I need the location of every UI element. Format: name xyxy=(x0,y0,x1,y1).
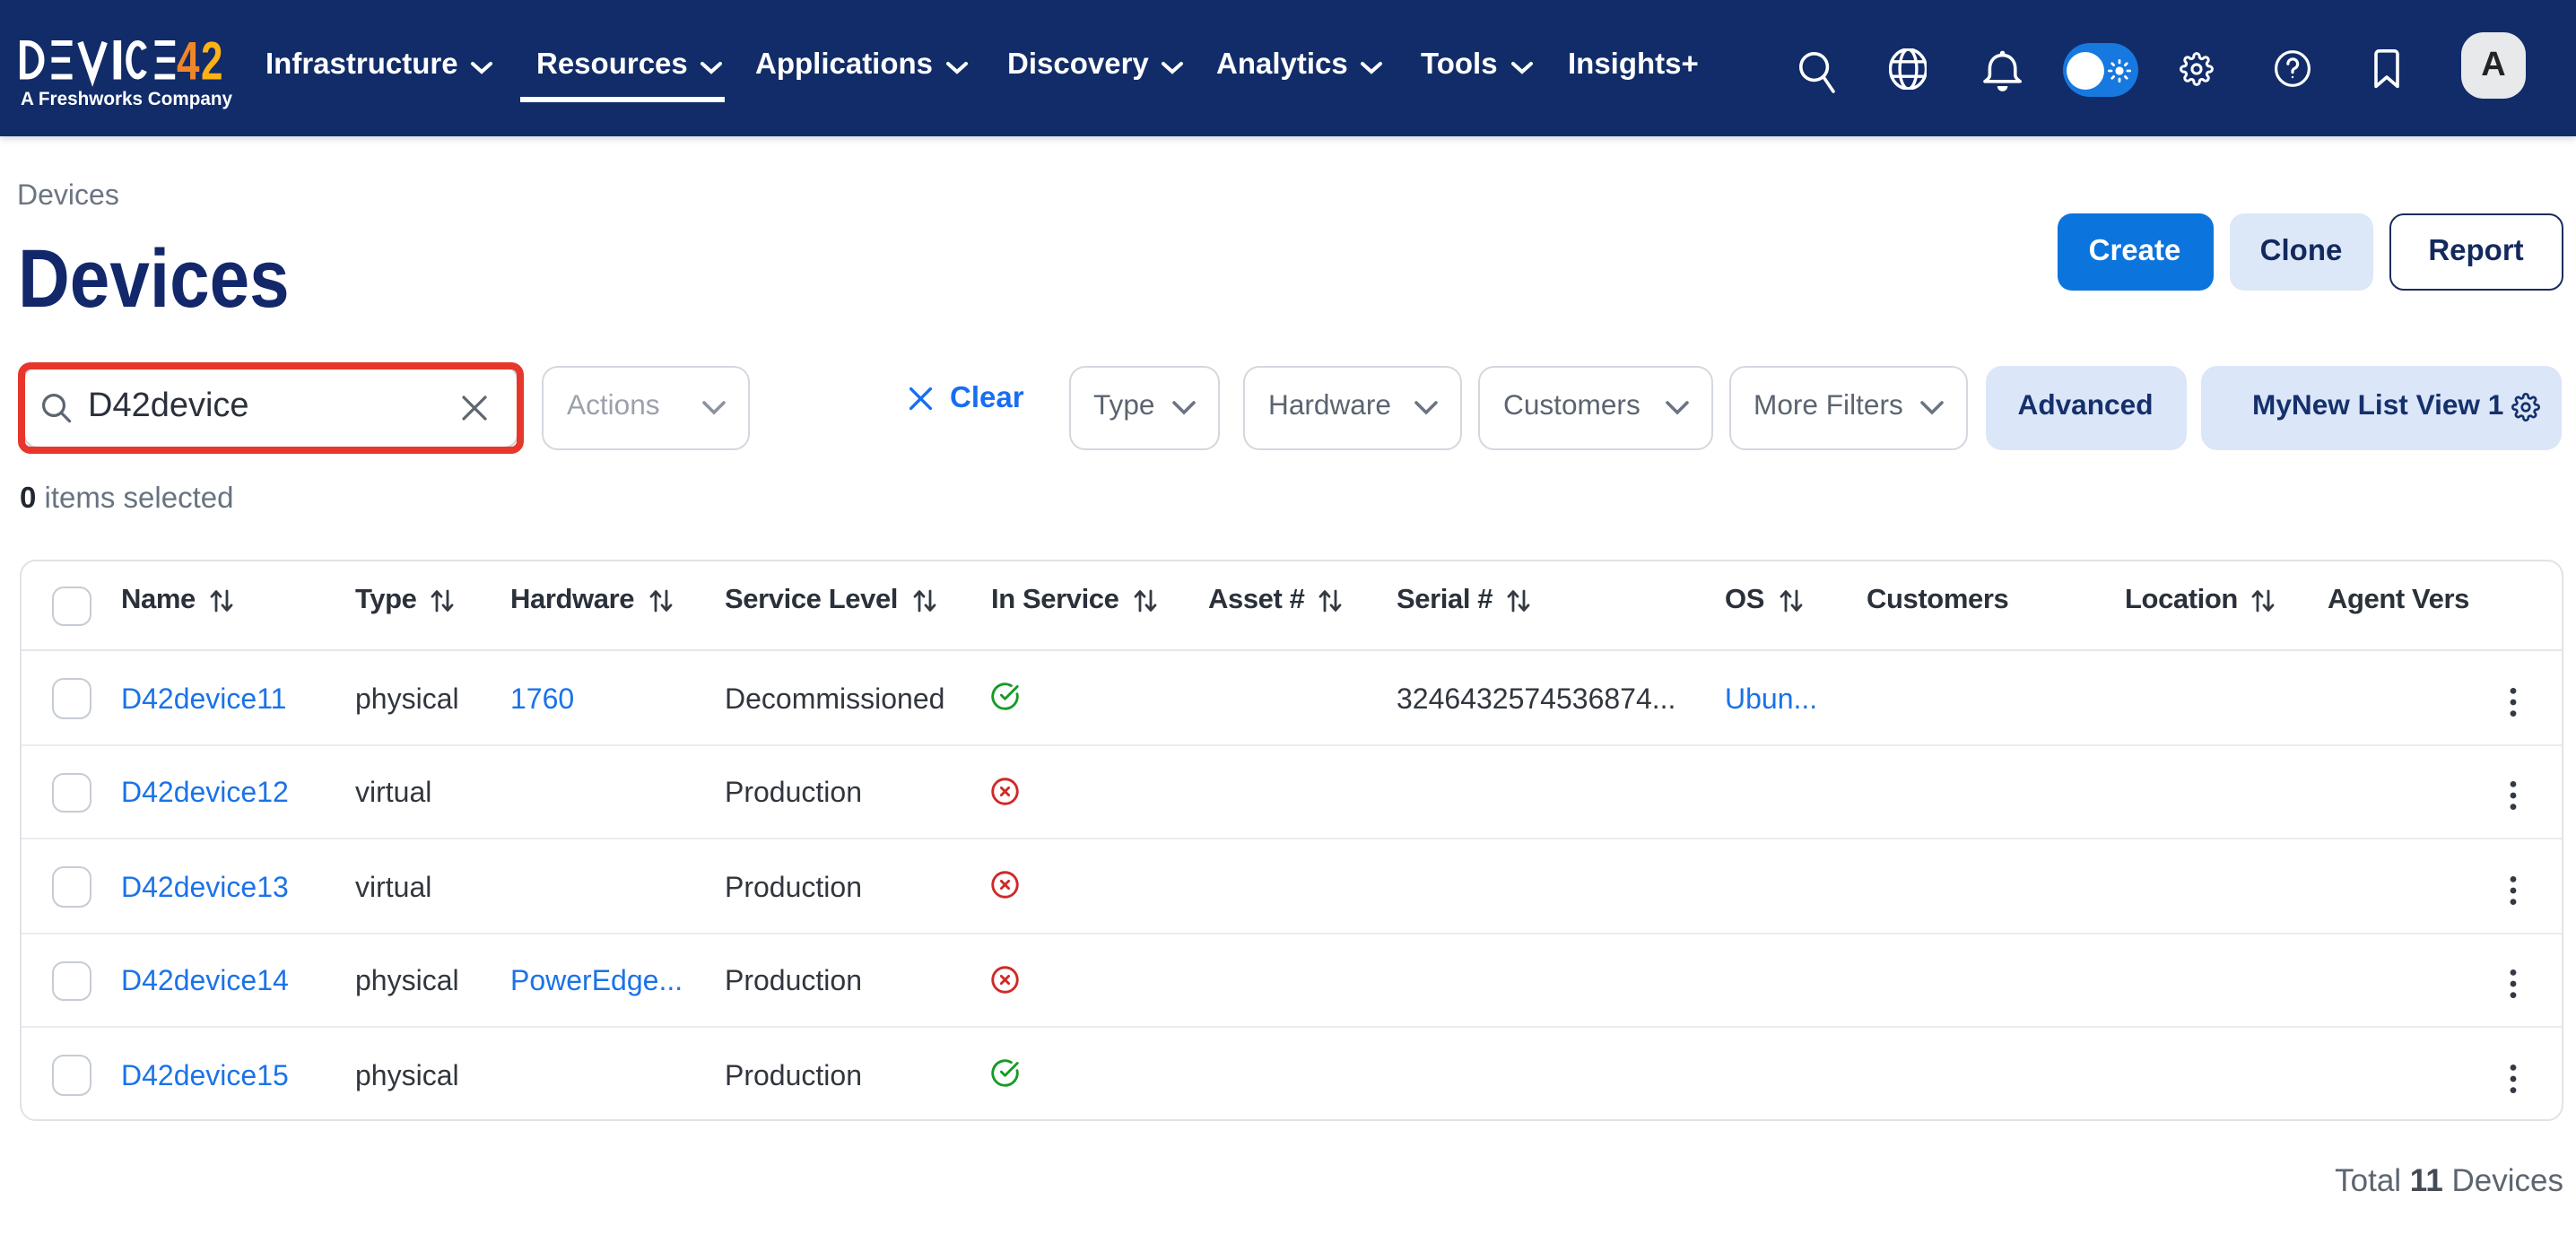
svg-text:4: 4 xyxy=(177,38,200,91)
svg-text:A Freshworks Company: A Freshworks Company xyxy=(21,89,232,109)
svg-text:2: 2 xyxy=(201,38,223,91)
